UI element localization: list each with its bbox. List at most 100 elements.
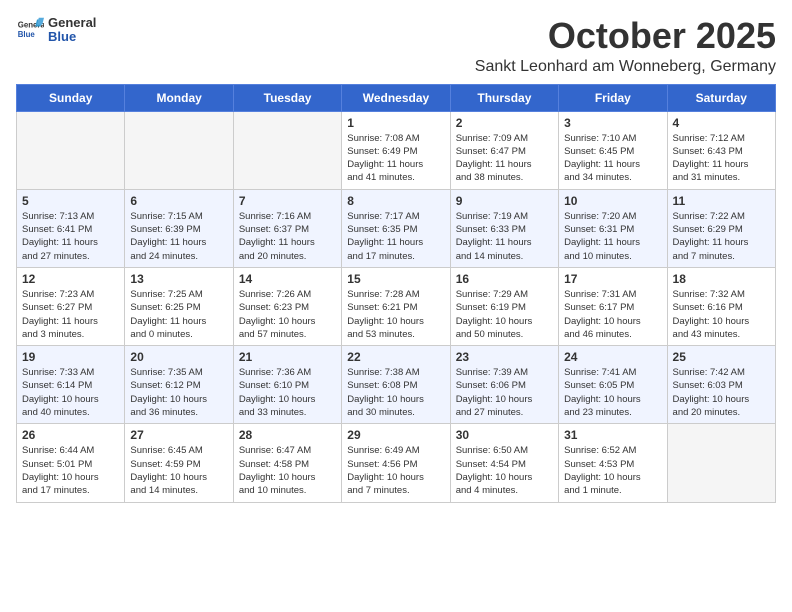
- day-number: 23: [456, 350, 553, 364]
- logo: General Blue General Blue: [16, 16, 96, 45]
- day-info: Sunrise: 7:20 AM Sunset: 6:31 PM Dayligh…: [564, 210, 661, 263]
- day-number: 4: [673, 116, 770, 130]
- month-title: October 2025: [475, 16, 776, 56]
- day-info: Sunrise: 7:41 AM Sunset: 6:05 PM Dayligh…: [564, 366, 661, 419]
- day-info: Sunrise: 7:25 AM Sunset: 6:25 PM Dayligh…: [130, 288, 227, 341]
- day-info: Sunrise: 7:39 AM Sunset: 6:06 PM Dayligh…: [456, 366, 553, 419]
- day-header-thursday: Thursday: [450, 84, 558, 111]
- calendar-cell: 15 Sunrise: 7:28 AM Sunset: 6:21 PM Dayli…: [342, 267, 450, 345]
- day-number: 25: [673, 350, 770, 364]
- calendar-cell: 18 Sunrise: 7:32 AM Sunset: 6:16 PM Dayli…: [667, 267, 775, 345]
- calendar-cell: 5 Sunrise: 7:13 AM Sunset: 6:41 PM Daylig…: [17, 189, 125, 267]
- calendar-cell: 19Sunrise: 7:33 AM Sunset: 6:14 PM Dayli…: [17, 346, 125, 424]
- day-number: 30: [456, 428, 553, 442]
- page-header: General Blue General Blue October 2025 S…: [16, 16, 776, 76]
- day-info: Sunrise: 7:13 AM Sunset: 6:41 PM Dayligh…: [22, 210, 119, 263]
- day-header-friday: Friday: [559, 84, 667, 111]
- day-info: Sunrise: 7:42 AM Sunset: 6:03 PM Dayligh…: [673, 366, 770, 419]
- day-info: Sunrise: 7:35 AM Sunset: 6:12 PM Dayligh…: [130, 366, 227, 419]
- day-number: 2: [456, 116, 553, 130]
- day-header-sunday: Sunday: [17, 84, 125, 111]
- calendar-cell: 25 Sunrise: 7:42 AM Sunset: 6:03 PM Dayli…: [667, 346, 775, 424]
- day-number: 16: [456, 272, 553, 286]
- day-number: 3: [564, 116, 661, 130]
- calendar-cell: 12Sunrise: 7:23 AM Sunset: 6:27 PM Dayli…: [17, 267, 125, 345]
- calendar-week-row: 1Sunrise: 7:08 AM Sunset: 6:49 PM Daylig…: [17, 111, 776, 189]
- day-header-tuesday: Tuesday: [233, 84, 341, 111]
- day-info: Sunrise: 7:12 AM Sunset: 6:43 PM Dayligh…: [673, 132, 770, 185]
- calendar-cell: 27Sunrise: 6:45 AM Sunset: 4:59 PM Dayli…: [125, 424, 233, 502]
- day-info: Sunrise: 7:28 AM Sunset: 6:21 PM Dayligh…: [347, 288, 444, 341]
- day-info: Sunrise: 7:36 AM Sunset: 6:10 PM Dayligh…: [239, 366, 336, 419]
- calendar-cell: 6 Sunrise: 7:15 AM Sunset: 6:39 PM Daylig…: [125, 189, 233, 267]
- day-info: Sunrise: 6:45 AM Sunset: 4:59 PM Dayligh…: [130, 444, 227, 497]
- calendar-cell: 14Sunrise: 7:26 AM Sunset: 6:23 PM Dayli…: [233, 267, 341, 345]
- day-number: 5: [22, 194, 119, 208]
- day-info: Sunrise: 7:31 AM Sunset: 6:17 PM Dayligh…: [564, 288, 661, 341]
- calendar-week-row: 26Sunrise: 6:44 AM Sunset: 5:01 PM Dayli…: [17, 424, 776, 502]
- day-info: Sunrise: 7:19 AM Sunset: 6:33 PM Dayligh…: [456, 210, 553, 263]
- calendar-cell: 31 Sunrise: 6:52 AM Sunset: 4:53 PM Dayli…: [559, 424, 667, 502]
- day-number: 15: [347, 272, 444, 286]
- day-info: Sunrise: 6:52 AM Sunset: 4:53 PM Dayligh…: [564, 444, 661, 497]
- day-number: 31: [564, 428, 661, 442]
- day-info: Sunrise: 7:15 AM Sunset: 6:39 PM Dayligh…: [130, 210, 227, 263]
- calendar-week-row: 12Sunrise: 7:23 AM Sunset: 6:27 PM Dayli…: [17, 267, 776, 345]
- day-info: Sunrise: 7:32 AM Sunset: 6:16 PM Dayligh…: [673, 288, 770, 341]
- calendar-cell: 17 Sunrise: 7:31 AM Sunset: 6:17 PM Dayli…: [559, 267, 667, 345]
- day-header-monday: Monday: [125, 84, 233, 111]
- calendar-week-row: 19Sunrise: 7:33 AM Sunset: 6:14 PM Dayli…: [17, 346, 776, 424]
- calendar-cell: 11 Sunrise: 7:22 AM Sunset: 6:29 PM Dayli…: [667, 189, 775, 267]
- day-info: Sunrise: 7:10 AM Sunset: 6:45 PM Dayligh…: [564, 132, 661, 185]
- day-number: 8: [347, 194, 444, 208]
- day-number: 17: [564, 272, 661, 286]
- day-number: 24: [564, 350, 661, 364]
- day-number: 13: [130, 272, 227, 286]
- day-number: 10: [564, 194, 661, 208]
- calendar-cell: 13 Sunrise: 7:25 AM Sunset: 6:25 PM Dayli…: [125, 267, 233, 345]
- calendar-table: SundayMondayTuesdayWednesdayThursdayFrid…: [16, 84, 776, 503]
- calendar-cell: 4 Sunrise: 7:12 AM Sunset: 6:43 PM Daylig…: [667, 111, 775, 189]
- calendar-cell: 29Sunrise: 6:49 AM Sunset: 4:56 PM Dayli…: [342, 424, 450, 502]
- day-info: Sunrise: 6:44 AM Sunset: 5:01 PM Dayligh…: [22, 444, 119, 497]
- calendar-cell: 3 Sunrise: 7:10 AM Sunset: 6:45 PM Daylig…: [559, 111, 667, 189]
- day-number: 22: [347, 350, 444, 364]
- day-number: 6: [130, 194, 227, 208]
- day-header-saturday: Saturday: [667, 84, 775, 111]
- day-number: 18: [673, 272, 770, 286]
- location-title: Sankt Leonhard am Wonneberg, Germany: [475, 58, 776, 76]
- calendar-cell: 30 Sunrise: 6:50 AM Sunset: 4:54 PM Dayli…: [450, 424, 558, 502]
- calendar-cell: 9 Sunrise: 7:19 AM Sunset: 6:33 PM Daylig…: [450, 189, 558, 267]
- title-area: October 2025 Sankt Leonhard am Wonneberg…: [475, 16, 776, 76]
- calendar-cell: 28 Sunrise: 6:47 AM Sunset: 4:58 PM Dayli…: [233, 424, 341, 502]
- logo-icon: General Blue: [16, 16, 44, 44]
- logo-blue: Blue: [48, 30, 96, 44]
- day-info: Sunrise: 6:47 AM Sunset: 4:58 PM Dayligh…: [239, 444, 336, 497]
- svg-text:Blue: Blue: [18, 30, 36, 39]
- day-info: Sunrise: 7:17 AM Sunset: 6:35 PM Dayligh…: [347, 210, 444, 263]
- calendar-cell: 23 Sunrise: 7:39 AM Sunset: 6:06 PM Dayli…: [450, 346, 558, 424]
- calendar-cell: [125, 111, 233, 189]
- day-number: 9: [456, 194, 553, 208]
- calendar-cell: [667, 424, 775, 502]
- calendar-cell: 22 Sunrise: 7:38 AM Sunset: 6:08 PM Dayli…: [342, 346, 450, 424]
- day-info: Sunrise: 6:49 AM Sunset: 4:56 PM Dayligh…: [347, 444, 444, 497]
- logo-general: General: [48, 16, 96, 30]
- calendar-cell: 1Sunrise: 7:08 AM Sunset: 6:49 PM Daylig…: [342, 111, 450, 189]
- day-number: 11: [673, 194, 770, 208]
- calendar-cell: 20Sunrise: 7:35 AM Sunset: 6:12 PM Dayli…: [125, 346, 233, 424]
- calendar-cell: 8 Sunrise: 7:17 AM Sunset: 6:35 PM Daylig…: [342, 189, 450, 267]
- calendar-cell: 24 Sunrise: 7:41 AM Sunset: 6:05 PM Dayli…: [559, 346, 667, 424]
- calendar-cell: [233, 111, 341, 189]
- day-info: Sunrise: 7:38 AM Sunset: 6:08 PM Dayligh…: [347, 366, 444, 419]
- calendar-cell: 26Sunrise: 6:44 AM Sunset: 5:01 PM Dayli…: [17, 424, 125, 502]
- day-info: Sunrise: 7:08 AM Sunset: 6:49 PM Dayligh…: [347, 132, 444, 185]
- day-info: Sunrise: 6:50 AM Sunset: 4:54 PM Dayligh…: [456, 444, 553, 497]
- day-number: 21: [239, 350, 336, 364]
- day-number: 7: [239, 194, 336, 208]
- day-info: Sunrise: 7:29 AM Sunset: 6:19 PM Dayligh…: [456, 288, 553, 341]
- day-number: 28: [239, 428, 336, 442]
- calendar-cell: 10 Sunrise: 7:20 AM Sunset: 6:31 PM Dayli…: [559, 189, 667, 267]
- day-info: Sunrise: 7:22 AM Sunset: 6:29 PM Dayligh…: [673, 210, 770, 263]
- day-number: 14: [239, 272, 336, 286]
